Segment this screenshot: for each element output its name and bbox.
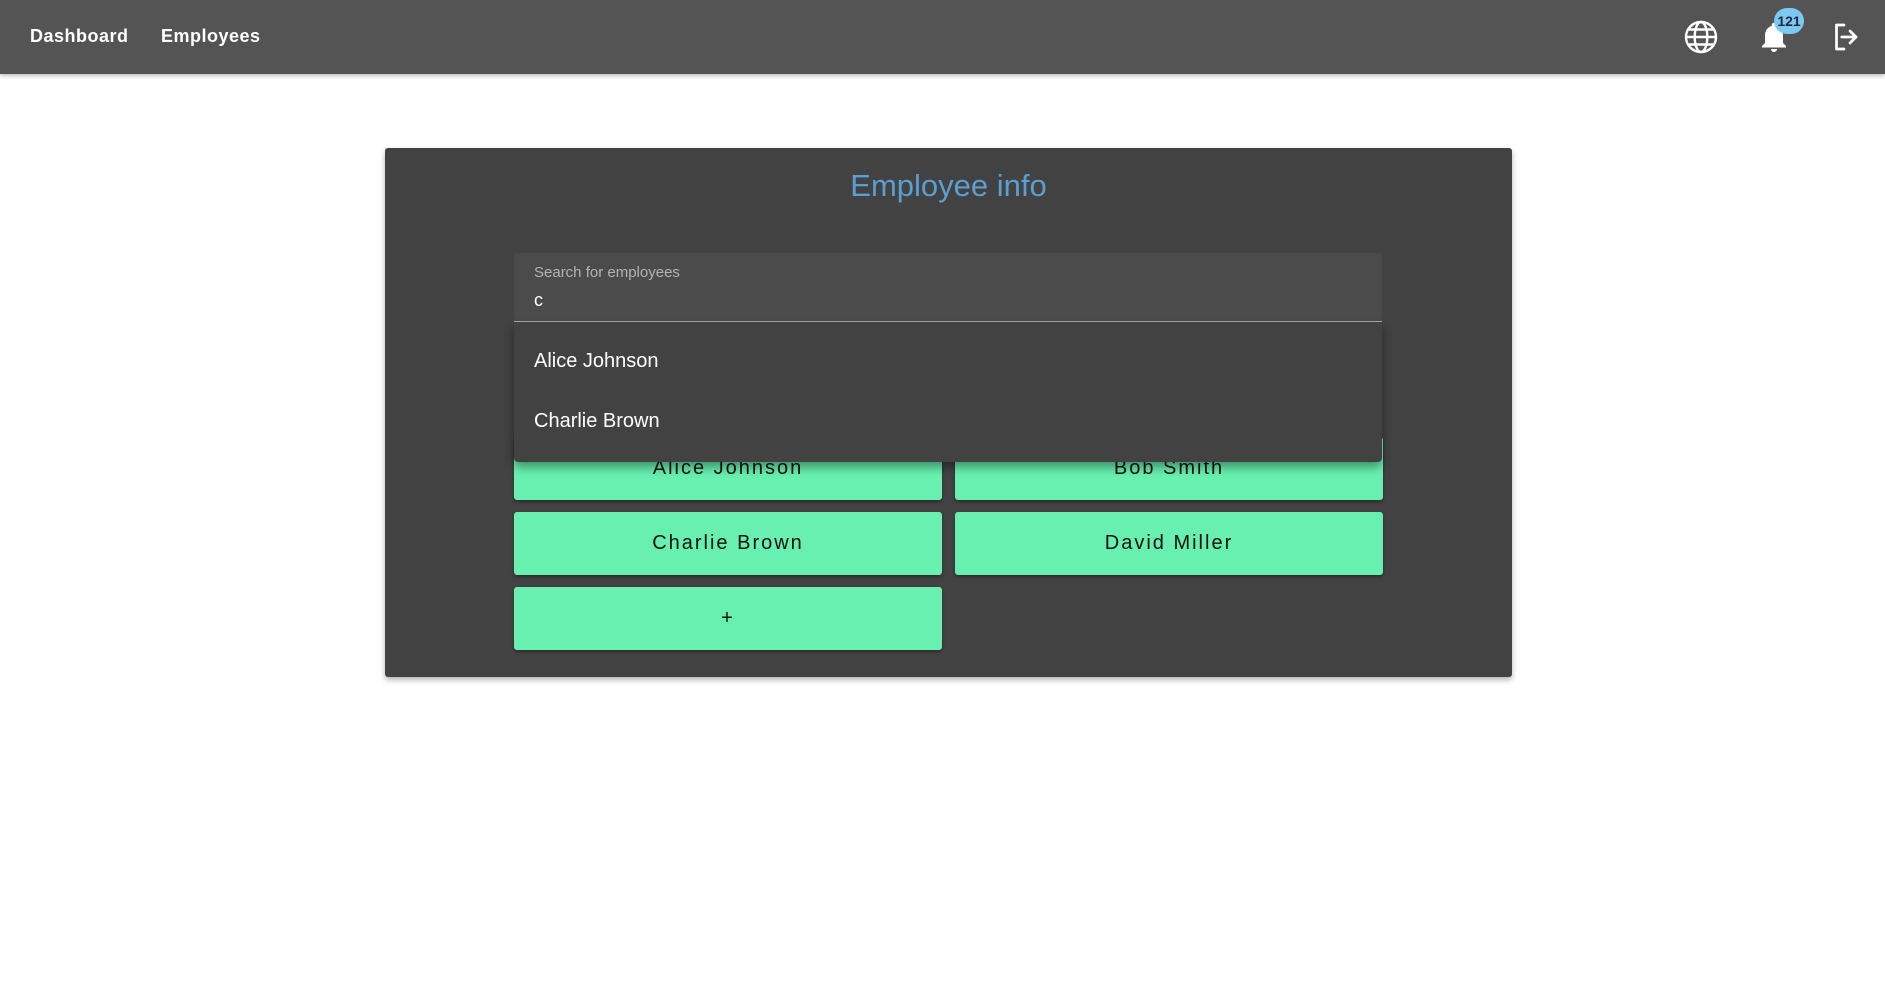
nav-employees-link[interactable]: Employees [161,26,261,47]
employee-button-charlie-brown[interactable]: Charlie Brown [514,512,942,575]
suggestion-label: Charlie Brown [534,410,660,432]
suggestion-item[interactable]: Alice Johnson [514,332,1382,392]
notification-count-badge: 121 [1774,8,1804,34]
suggestion-label: Alice Johnson [534,350,659,372]
panel-title: Employee info [850,168,1047,203]
search-input[interactable] [534,287,1354,313]
employee-search-field[interactable]: Search for employees [514,253,1382,322]
suggestion-item[interactable]: Charlie Brown [514,392,1382,452]
globe-icon[interactable] [1683,19,1719,55]
search-suggestions-dropdown: Alice Johnson Charlie Brown [514,322,1382,462]
employee-button-david-miller[interactable]: David Miller [955,512,1383,575]
nav-dashboard-link[interactable]: Dashboard [30,26,129,47]
search-label: Search for employees [534,264,680,281]
logout-icon[interactable] [1829,19,1865,55]
add-employee-button[interactable]: + [514,587,942,650]
top-navbar: Dashboard Employees 121 [0,0,1885,74]
